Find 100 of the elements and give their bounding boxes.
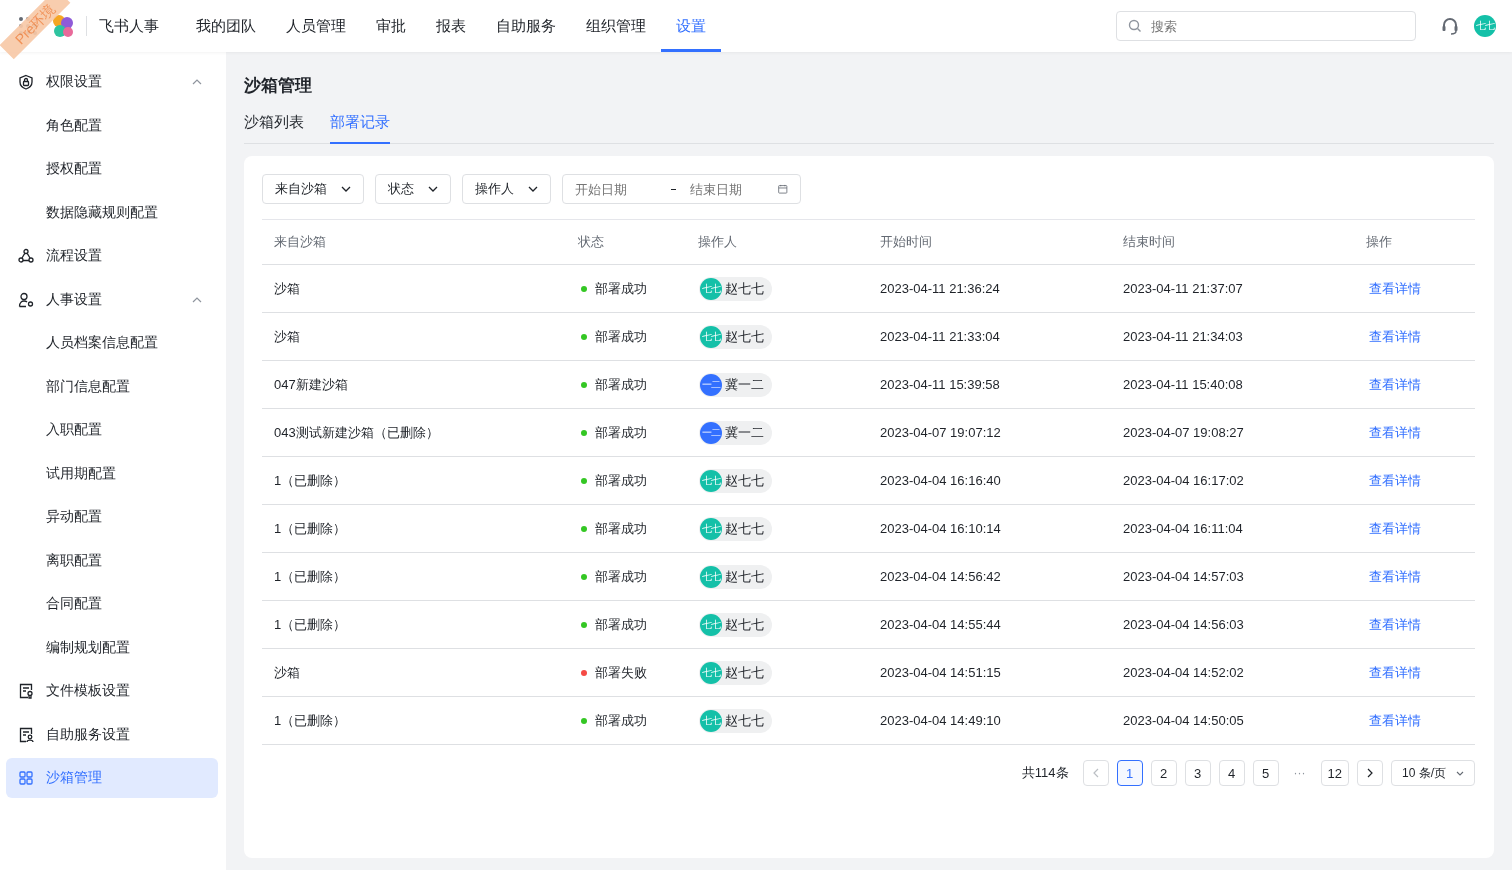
table-cell: 沙箱 (274, 280, 300, 296)
nav-tab[interactable]: 审批 (361, 0, 421, 52)
user-avatar: 一二 (700, 373, 722, 396)
view-details-link[interactable]: 查看详情 (1369, 520, 1421, 536)
sidebar-item[interactable]: 权限设置 (6, 62, 218, 102)
view-details-link[interactable]: 查看详情 (1369, 616, 1421, 632)
search-icon (1128, 19, 1142, 33)
sidebar-subitem[interactable]: 试用期配置 (6, 453, 218, 494)
sidebar-subitem[interactable]: 入职配置 (6, 410, 218, 450)
status-text: 部署成功 (595, 471, 647, 490)
column-header: 来自沙箱 (274, 234, 326, 249)
nav-tab[interactable]: 设置 (661, 0, 721, 52)
table-cell: 2023-04-11 21:34:03 (1123, 329, 1243, 344)
chevron-down-icon (341, 186, 351, 192)
chevron-left-icon (1092, 768, 1099, 778)
headset-icon[interactable] (1440, 16, 1460, 36)
page-button[interactable]: 1 (1116, 760, 1143, 786)
page-size-dropdown[interactable]: 10 条/页 (1391, 760, 1475, 786)
total-count: 共114条 (1021, 764, 1069, 782)
view-details-link[interactable]: 查看详情 (1369, 424, 1421, 440)
table-cell: 沙箱 (274, 328, 300, 344)
view-details-link[interactable]: 查看详情 (1369, 712, 1421, 728)
user-avatar: 一二 (700, 421, 722, 444)
table-cell: 2023-04-11 21:33:04 (880, 329, 1000, 344)
status-text: 部署成功 (595, 423, 647, 442)
chevron-down-icon (1456, 770, 1464, 776)
view-details-link[interactable]: 查看详情 (1369, 328, 1421, 344)
page-ellipsis: ··· (1292, 766, 1307, 780)
sidebar-item[interactable]: 沙箱管理 (6, 758, 218, 798)
sidebar-subitem[interactable]: 数据隐藏规则配置 (6, 192, 218, 233)
table-cell: 2023-04-04 16:16:40 (880, 473, 1001, 488)
table-cell: 1（已删除） (274, 520, 347, 536)
filter-dropdown[interactable]: 状态 (375, 174, 451, 204)
table-cell: 2023-04-07 19:08:27 (1123, 425, 1244, 440)
date-range-picker[interactable]: 开始日期 结束日期 (562, 174, 801, 204)
table-cell: 沙箱 (274, 664, 300, 680)
view-details-link[interactable]: 查看详情 (1369, 280, 1421, 296)
sidebar-subitem[interactable]: 异动配置 (6, 497, 218, 537)
status-text: 部署成功 (595, 279, 647, 298)
chevron-up-icon (192, 296, 202, 303)
table-cell: 2023-04-04 14:50:05 (1123, 713, 1244, 728)
shield-icon (18, 74, 34, 90)
table-cell: 1（已删除） (274, 472, 347, 488)
page-button[interactable]: 3 (1184, 760, 1211, 786)
column-header: 结束时间 (1123, 234, 1175, 249)
sidebar-subitem[interactable]: 合同配置 (6, 584, 218, 624)
view-details-link[interactable]: 查看详情 (1369, 472, 1421, 488)
tab[interactable]: 部署记录 (330, 107, 390, 144)
table-cell: 2023-04-11 15:39:58 (880, 377, 1000, 392)
table-cell: 2023-04-04 16:17:02 (1123, 473, 1244, 488)
table-cell: 2023-04-04 14:55:44 (880, 617, 1001, 632)
status-text: 部署成功 (595, 519, 647, 538)
sidebar-subitem[interactable]: 角色配置 (6, 105, 218, 146)
table-cell: 2023-04-04 16:11:04 (1123, 521, 1243, 536)
document-icon (18, 683, 34, 699)
page-button[interactable]: 2 (1150, 760, 1177, 786)
page-title: 沙箱管理 (244, 75, 313, 97)
nav-tab[interactable]: 人员管理 (271, 0, 361, 52)
page-button[interactable]: 12 (1320, 760, 1349, 786)
status-text: 部署成功 (595, 711, 647, 730)
view-details-link[interactable]: 查看详情 (1369, 376, 1421, 392)
filter-dropdown[interactable]: 操作人 (462, 174, 551, 204)
user-name: 赵七七 (725, 663, 764, 682)
page-button[interactable]: 5 (1252, 760, 1279, 786)
nav-tab[interactable]: 组织管理 (571, 0, 661, 52)
table-cell: 1（已删除） (274, 568, 347, 584)
tab[interactable]: 沙箱列表 (244, 107, 304, 144)
table-cell: 2023-04-04 14:51:15 (880, 665, 1001, 680)
document-person-icon (18, 726, 34, 743)
grid-icon (18, 770, 34, 786)
view-details-link[interactable]: 查看详情 (1369, 664, 1421, 680)
sidebar-item[interactable]: 文件模板设置 (6, 671, 218, 711)
status-text: 部署成功 (595, 327, 647, 346)
sidebar-item[interactable]: 人事设置 (6, 279, 218, 320)
sidebar-subitem[interactable]: 人员档案信息配置 (6, 323, 218, 363)
column-header: 操作人 (698, 234, 737, 249)
user-name: 赵七七 (725, 471, 764, 490)
user-avatar: 七七 (700, 565, 722, 588)
view-details-link[interactable]: 查看详情 (1369, 568, 1421, 584)
calendar-icon (778, 182, 788, 196)
nav-tab[interactable]: 自助服务 (481, 0, 571, 52)
nav-tab[interactable]: 我的团队 (181, 0, 271, 52)
next-page-button[interactable] (1357, 760, 1383, 786)
column-header: 操作 (1366, 234, 1392, 249)
sidebar-subitem[interactable]: 部门信息配置 (6, 366, 218, 407)
user-name: 赵七七 (725, 615, 764, 634)
sidebar-subitem[interactable]: 授权配置 (6, 149, 218, 189)
flow-icon (18, 248, 34, 264)
sidebar-subitem[interactable]: 编制规划配置 (6, 627, 218, 668)
page-button[interactable]: 4 (1218, 760, 1245, 786)
sidebar-item[interactable]: 流程设置 (6, 236, 218, 276)
user-name: 赵七七 (725, 711, 764, 730)
search-field[interactable]: 搜索 (1116, 11, 1416, 41)
sidebar-subitem[interactable]: 离职配置 (6, 540, 218, 581)
filter-dropdown[interactable]: 来自沙箱 (262, 174, 364, 204)
status-text: 部署成功 (595, 567, 647, 586)
user-avatar: 七七 (700, 661, 722, 684)
app-name: 飞书人事 (99, 16, 159, 36)
sidebar-item[interactable]: 自助服务设置 (6, 714, 218, 755)
nav-tab[interactable]: 报表 (421, 0, 481, 52)
